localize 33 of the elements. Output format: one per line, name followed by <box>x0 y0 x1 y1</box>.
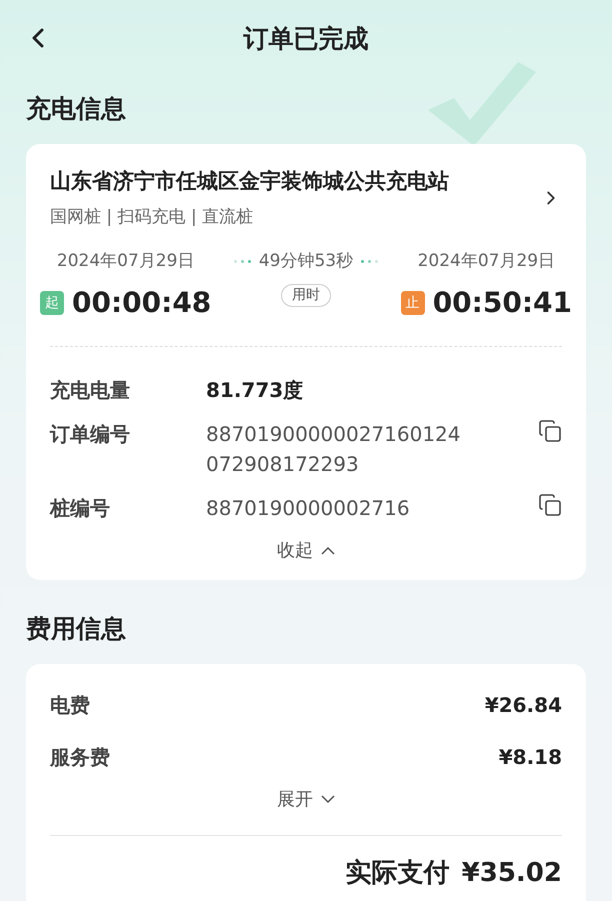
fee-value: ¥8.18 <box>498 744 562 770</box>
total-label: 实际支付 <box>346 856 450 890</box>
section-title: 费用信息 <box>26 613 127 645</box>
fee-label: 服务费 <box>50 744 110 770</box>
duration-text: 49分钟53秒 <box>258 250 354 272</box>
duration-pill: 用时 <box>280 284 331 307</box>
time-text: 00:50:41 <box>432 285 572 321</box>
time-text: 00:00:48 <box>72 285 212 321</box>
station-name[interactable]: 山东省济宁市任城区金宇装饰城公共充电站 <box>50 166 449 197</box>
dots-icon <box>361 260 378 263</box>
chevron-up-icon <box>321 546 335 554</box>
fee-label: 电费 <box>50 692 90 718</box>
detail-label: 桩编号 <box>50 495 111 522</box>
page-title: 订单已完成 <box>244 23 368 56</box>
time-badge: 起 <box>40 291 64 315</box>
fee-value: ¥26.84 <box>484 692 562 718</box>
copy-icon[interactable] <box>538 419 562 443</box>
detail-value: 8870190000002716 <box>206 495 411 522</box>
station-tags: 国网桩 | 扫码充电 | 直流桩 <box>50 205 449 230</box>
total-value: ¥35.02 <box>462 856 562 890</box>
date-text: 2024年07月29日 <box>418 250 556 272</box>
copy-icon[interactable] <box>538 493 562 517</box>
detail-value: 88701900000027160124072908172293 <box>206 421 462 478</box>
toggle-button[interactable]: 收起 <box>277 537 335 564</box>
detail-label: 订单编号 <box>50 421 131 448</box>
time-badge: 止 <box>400 291 425 315</box>
section-title: 充电信息 <box>26 93 127 125</box>
dots-icon <box>234 260 251 263</box>
chevron-down-icon <box>321 795 335 803</box>
detail-label: 充电电量 <box>50 377 131 404</box>
detail-value: 81.773度 <box>206 377 304 404</box>
toggle-button[interactable]: 展开 <box>277 786 335 812</box>
date-text: 2024年07月29日 <box>56 250 194 272</box>
